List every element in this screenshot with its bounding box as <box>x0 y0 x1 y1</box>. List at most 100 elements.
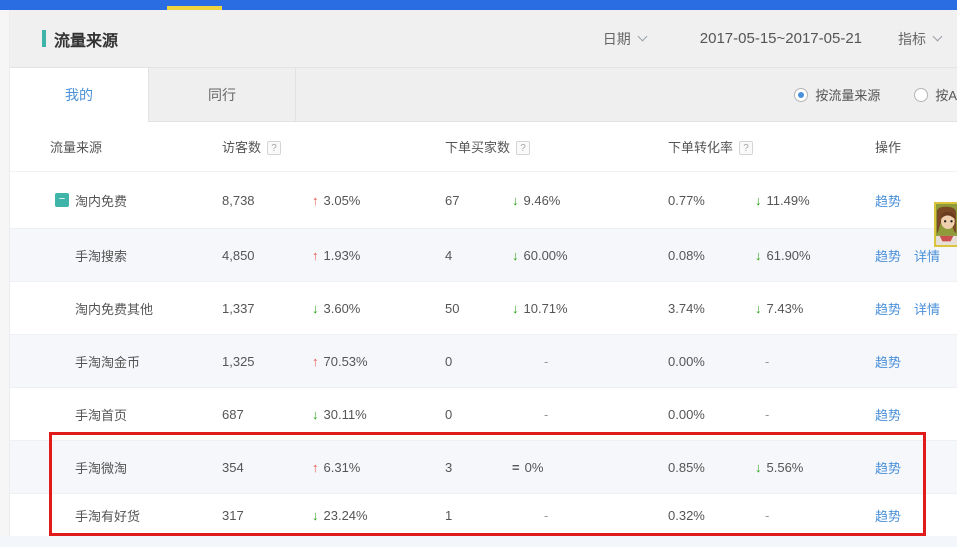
col-header-source: 流量来源 <box>10 137 222 156</box>
cell-source: − 手淘搜索 <box>10 246 222 265</box>
source-name: 手淘搜索 <box>75 246 127 265</box>
no-change-dash: - <box>544 407 548 422</box>
col-header-conversion: 下单转化率? <box>668 137 865 156</box>
tab-mine[interactable]: 我的 <box>10 68 149 122</box>
arrow-down-icon: ↓ <box>755 193 762 208</box>
metric-dropdown[interactable]: 指标 <box>898 29 941 49</box>
radio-by-traffic-source[interactable]: 按流量来源 <box>794 85 880 104</box>
table-row: − 手淘微淘 354 ↑6.31% 3 =0% 0.85% ↓5.56% 趋势 <box>10 440 957 493</box>
cell-visitors-change: ↑1.93% <box>312 248 445 263</box>
chevron-down-icon <box>933 31 943 41</box>
title-accent-bar <box>42 30 46 47</box>
cell-visitors-change: ↑3.05% <box>312 193 445 208</box>
panel-header: 流量来源 日期 2017-05-15~2017-05-21 指标 <box>10 10 957 67</box>
cell-source: − 手淘淘金币 <box>10 352 222 371</box>
source-name: 手淘淘金币 <box>75 352 140 371</box>
cell-visitors-change: ↑70.53% <box>312 354 445 369</box>
date-range-value[interactable]: 2017-05-15~2017-05-21 <box>700 30 862 47</box>
action-trend-link[interactable]: 趋势 <box>875 352 901 371</box>
title-wrap: 流量来源 <box>42 27 118 51</box>
cell-conversion-change: ↓5.56% <box>755 460 865 475</box>
cell-source: − 淘内免费 <box>10 191 222 210</box>
source-name: 淘内免费 <box>75 191 127 210</box>
table-row: − 手淘搜索 4,850 ↑1.93% 4 ↓60.00% 0.08% ↓61.… <box>10 228 957 281</box>
action-detail-link[interactable]: 详情 <box>914 246 940 265</box>
table-row: − 手淘淘金币 1,325 ↑70.53% 0 - 0.00% - 趋势 <box>10 334 957 387</box>
col-header-visitors: 访客数? <box>222 137 445 156</box>
cell-conversion-change: ↓7.43% <box>755 301 865 316</box>
tab-bar-right: 按流量来源 按A <box>296 68 957 121</box>
table-header: 流量来源 访客数? 下单买家数? 下单转化率? 操作 <box>10 122 957 172</box>
cell-conversion: 0.85% <box>668 460 755 475</box>
cell-buyers: 3 <box>445 460 512 475</box>
metric-dropdown-label: 指标 <box>898 29 926 49</box>
cell-buyers-change: ↓9.46% <box>512 193 668 208</box>
cell-visitors-change: ↓30.11% <box>312 407 445 422</box>
arrow-down-icon: ↓ <box>512 301 519 316</box>
cell-actions: 趋势 <box>865 458 957 477</box>
cell-conversion-change: - <box>755 354 865 369</box>
arrow-up-icon: ↑ <box>312 354 319 369</box>
arrow-up-icon: ↑ <box>312 248 319 263</box>
radio-by-a-label: 按A <box>935 85 957 104</box>
arrow-down-icon: ↓ <box>512 193 519 208</box>
radio-by-traffic-source-label: 按流量来源 <box>815 85 880 104</box>
cell-conversion: 0.00% <box>668 407 755 422</box>
action-detail-link[interactable]: 详情 <box>914 299 940 318</box>
cell-actions: 趋势 <box>865 405 957 424</box>
help-icon[interactable]: ? <box>267 141 281 155</box>
cell-conversion-change: - <box>755 407 865 422</box>
help-icon[interactable]: ? <box>739 141 753 155</box>
cell-conversion-change: ↓61.90% <box>755 248 865 263</box>
cell-visitors: 354 <box>222 460 312 475</box>
source-name: 手淘有好货 <box>75 506 140 525</box>
tab-bar: 我的 同行 按流量来源 按A <box>10 67 957 122</box>
cell-visitors: 687 <box>222 407 312 422</box>
action-trend-link[interactable]: 趋势 <box>875 405 901 424</box>
cell-source: − 手淘有好货 <box>10 506 222 525</box>
arrow-down-icon: ↓ <box>755 301 762 316</box>
avatar[interactable] <box>934 202 957 247</box>
traffic-source-panel: 流量来源 日期 2017-05-15~2017-05-21 指标 我的 同行 按… <box>10 10 957 536</box>
cell-source: − 手淘首页 <box>10 405 222 424</box>
table-body: − 淘内免费 8,738 ↑3.05% 67 ↓9.46% 0.77% ↓11.… <box>10 172 957 536</box>
arrow-up-icon: ↑ <box>312 193 319 208</box>
no-change-dash: - <box>765 354 769 369</box>
left-margin-strip <box>0 10 10 547</box>
cell-buyers: 50 <box>445 301 512 316</box>
action-trend-link[interactable]: 趋势 <box>875 299 901 318</box>
action-trend-link[interactable]: 趋势 <box>875 191 901 210</box>
action-trend-link[interactable]: 趋势 <box>875 246 901 265</box>
action-trend-link[interactable]: 趋势 <box>875 458 901 477</box>
cell-conversion-change: - <box>755 508 865 523</box>
no-change-dash: - <box>544 508 548 523</box>
action-trend-link[interactable]: 趋势 <box>875 506 901 525</box>
radio-unselected-icon <box>914 88 928 102</box>
flat-icon: = <box>512 460 520 475</box>
cell-actions: 趋势详情 <box>865 246 957 265</box>
cell-buyers: 1 <box>445 508 512 523</box>
table-row: − 淘内免费 8,738 ↑3.05% 67 ↓9.46% 0.77% ↓11.… <box>10 172 957 228</box>
table-row: − 手淘首页 687 ↓30.11% 0 - 0.00% - 趋势 <box>10 387 957 440</box>
col-header-buyers: 下单买家数? <box>445 137 668 156</box>
arrow-up-icon: ↑ <box>312 460 319 475</box>
cell-buyers-change: - <box>512 508 668 523</box>
cell-visitors: 1,337 <box>222 301 312 316</box>
cell-buyers-change: - <box>512 407 668 422</box>
date-dropdown[interactable]: 日期 <box>603 29 646 49</box>
arrow-down-icon: ↓ <box>755 460 762 475</box>
radio-by-a[interactable]: 按A <box>914 85 957 104</box>
tab-peers[interactable]: 同行 <box>149 68 296 121</box>
cell-buyers-change: ↓60.00% <box>512 248 668 263</box>
cell-actions: 趋势详情 <box>865 299 957 318</box>
source-name: 手淘微淘 <box>75 458 127 477</box>
cell-visitors-change: ↓3.60% <box>312 301 445 316</box>
cell-buyers: 0 <box>445 354 512 369</box>
arrow-down-icon: ↓ <box>512 248 519 263</box>
no-change-dash: - <box>765 508 769 523</box>
cell-buyers-change: ↓10.71% <box>512 301 668 316</box>
header-controls: 日期 2017-05-15~2017-05-21 指标 <box>603 29 941 49</box>
help-icon[interactable]: ? <box>516 141 530 155</box>
arrow-down-icon: ↓ <box>755 248 762 263</box>
collapse-minus-icon[interactable]: − <box>55 193 69 207</box>
